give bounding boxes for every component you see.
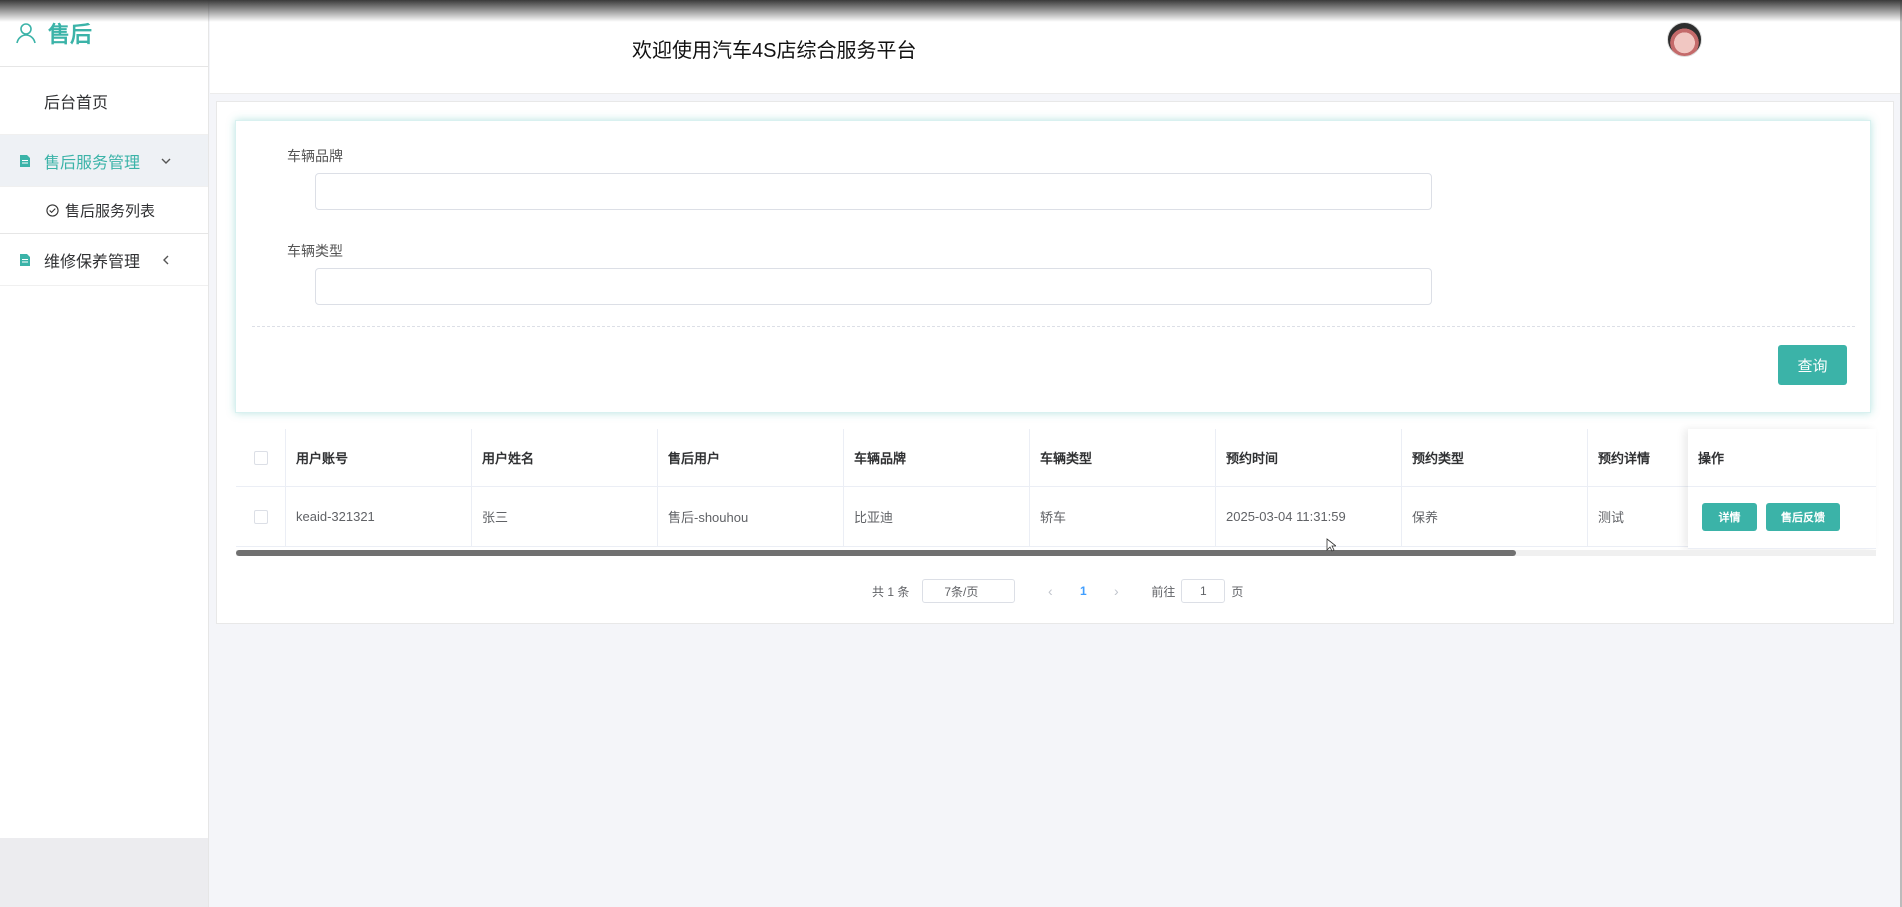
cell-details: 测试 [1598,510,1625,525]
row-checkbox[interactable] [253,509,268,524]
column-header: 操作 [1688,429,1876,487]
document-icon [20,154,30,167]
avatar[interactable] [1667,22,1702,57]
divider [252,326,1855,327]
chevron-left-icon [163,255,169,264]
brand-label: 车辆品牌 [287,148,343,164]
pagination: 共 1 条 7条/页 ‹ 1 › 前往 页 [872,579,1243,603]
chevron-down-icon [161,158,171,164]
detail-button[interactable]: 详情 [1702,503,1757,531]
column-header: 售后用户 [658,429,844,486]
document-icon [20,253,30,266]
goto-suffix: 页 [1231,584,1244,599]
sidebar-group-after-sales[interactable]: 售后服务管理 [0,135,208,187]
brand-input[interactable] [315,173,1432,210]
sidebar-item-label: 售后服务列表 [65,202,156,220]
sidebar-item-label: 后台首页 [44,94,109,112]
sidebar-group-label: 售后服务管理 [44,154,141,172]
actions-column: 操作 详情 售后反馈 [1688,429,1876,549]
mouse-cursor-icon [1326,538,1336,552]
sidebar-item-after-sales-list[interactable]: 售后服务列表 [0,187,208,234]
cell-name: 张三 [472,487,658,546]
total-count: 共 1 条 [872,584,910,599]
cell-after-sales-user: 售后-shouhou [658,487,844,546]
column-header: 车辆品牌 [844,429,1030,486]
cell-time: 2025-03-04 11:31:59 [1216,487,1402,546]
cell-account: keaid-321321 [286,487,472,546]
table-row: keaid-321321 张三 售后-shouhou 比亚迪 轿车 2025-0… [236,487,1876,547]
cell-brand: 比亚迪 [844,487,1030,546]
type-label: 车辆类型 [287,243,343,259]
next-page-button[interactable]: › [1106,583,1126,599]
cell-appointment-type: 保养 [1402,487,1588,546]
horizontal-scrollbar[interactable] [236,550,1876,556]
page-size-select[interactable]: 7条/页 [922,579,1016,603]
sidebar-group-label: 维修保养管理 [44,253,141,271]
column-header: 预约详情 [1598,451,1651,466]
sidebar-footer-area [0,838,208,907]
column-header: 车辆类型 [1030,429,1216,486]
page-number-current[interactable]: 1 [1073,584,1093,598]
user-icon [16,23,36,44]
scrollbar-thumb[interactable] [236,550,1516,556]
sidebar-group-maintenance[interactable]: 维修保养管理 [0,234,208,286]
page-title: 欢迎使用汽车4S店综合服务平台 [632,40,917,62]
sidebar: 售后 后台首页 售后服务管理 售后服务列表 维修保养管理 [0,0,209,907]
search-form [235,120,1871,413]
prev-page-button[interactable]: ‹ [1040,583,1060,599]
data-table: 用户账号 用户姓名 售后用户 车辆品牌 车辆类型 预约时间 预约类型 预约详情 … [236,429,1876,553]
type-input[interactable] [315,268,1432,305]
cell-type: 轿车 [1030,487,1216,546]
row-select-cell [236,487,286,546]
header: 欢迎使用汽车4S店综合服务平台 [210,0,1902,94]
brand: 售后 [0,0,208,67]
column-header: 预约类型 [1402,429,1588,486]
select-all-cell [236,429,286,486]
table-header: 用户账号 用户姓名 售后用户 车辆品牌 车辆类型 预约时间 预约类型 预约详情 [236,429,1876,487]
column-header: 用户姓名 [472,429,658,486]
check-circle-icon [46,203,59,217]
feedback-button[interactable]: 售后反馈 [1766,503,1840,531]
goto-label: 前往 [1151,584,1176,599]
select-all-checkbox[interactable] [253,450,268,465]
row-actions: 详情 售后反馈 [1688,487,1876,547]
sidebar-item-home[interactable]: 后台首页 [0,67,208,135]
query-button[interactable]: 查询 [1778,345,1847,385]
brand-title: 售后 [48,22,93,47]
goto-page-input[interactable] [1181,579,1226,603]
column-header: 预约时间 [1216,429,1402,486]
column-header: 用户账号 [286,429,472,486]
